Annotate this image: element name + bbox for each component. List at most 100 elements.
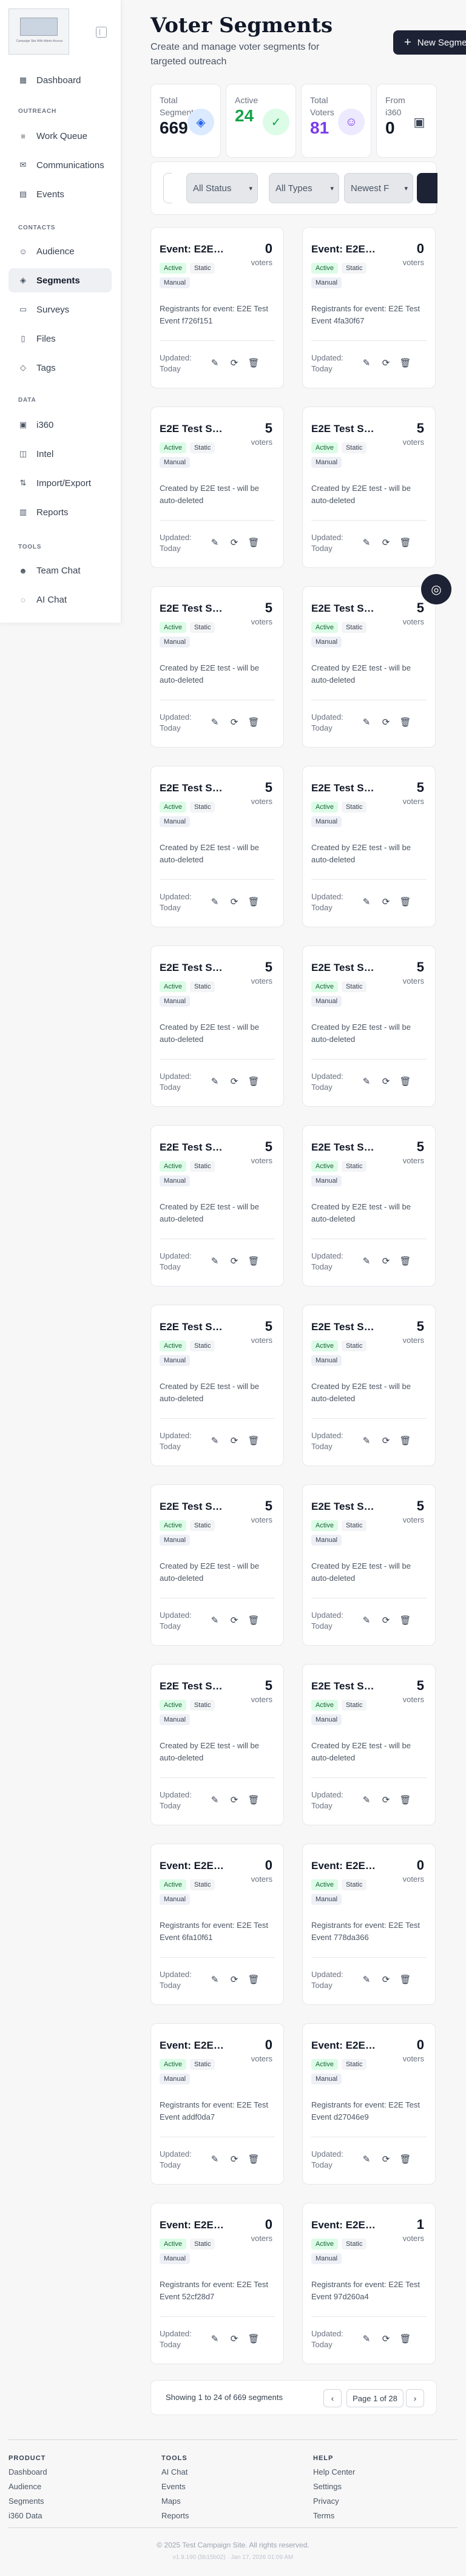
footer-link[interactable]: Terms bbox=[313, 2511, 334, 2520]
trash-icon[interactable]: 🗑 bbox=[399, 357, 411, 368]
sidebar-collapse-icon[interactable] bbox=[96, 27, 107, 38]
segment-card[interactable]: E2E Test Segment5votersActiveStaticManua… bbox=[302, 1305, 436, 1466]
segment-name[interactable]: E2E Test Segment bbox=[160, 962, 226, 974]
segment-card[interactable]: E2E Test Segment5votersActiveStaticManua… bbox=[302, 586, 436, 748]
edit-icon[interactable]: ✎ bbox=[361, 2333, 372, 2344]
segment-name[interactable]: E2E Test Segment bbox=[160, 1680, 226, 1692]
segment-name[interactable]: E2E Test Segment bbox=[311, 1501, 378, 1513]
refresh-icon[interactable]: ⟳ bbox=[229, 537, 240, 548]
edit-icon[interactable]: ✎ bbox=[209, 1435, 220, 1446]
sidebar-item-work-queue[interactable]: ≡ Work Queue bbox=[8, 124, 112, 148]
segment-name[interactable]: Event: E2E Test Event 4fa30f67 bbox=[311, 243, 378, 255]
segment-card[interactable]: Event: E2E Test Event 4fa30f67 0 voters Act… bbox=[302, 227, 436, 388]
edit-icon[interactable]: ✎ bbox=[209, 2154, 220, 2165]
new-segment-button[interactable]: + New Segment bbox=[393, 30, 466, 55]
segment-name[interactable]: Event: E2E Test Event d27046e9 bbox=[311, 2040, 378, 2052]
sidebar-item-files[interactable]: ▯ Files bbox=[8, 326, 112, 351]
edit-icon[interactable]: ✎ bbox=[361, 896, 372, 907]
trash-icon[interactable]: 🗑 bbox=[248, 896, 259, 907]
segment-card[interactable]: E2E Test Segment5votersActiveStaticManua… bbox=[150, 407, 284, 568]
edit-icon[interactable]: ✎ bbox=[361, 2154, 372, 2165]
footer-link[interactable]: Settings bbox=[313, 2482, 342, 2491]
segment-name[interactable]: E2E Test Segment bbox=[311, 1321, 378, 1333]
segment-name[interactable]: Event: E2E Test Event 6fa10f61 bbox=[160, 1860, 226, 1872]
segment-name[interactable]: Event: E2E Test Event f726f151 bbox=[160, 243, 226, 255]
edit-icon[interactable]: ✎ bbox=[209, 537, 220, 548]
refresh-icon[interactable]: ⟳ bbox=[380, 896, 391, 907]
edit-icon[interactable]: ✎ bbox=[209, 2333, 220, 2344]
footer-link[interactable]: Dashboard bbox=[8, 2467, 47, 2476]
trash-icon[interactable]: 🗑 bbox=[248, 1256, 259, 1266]
footer-link[interactable]: AI Chat bbox=[161, 2467, 187, 2476]
next-page-button[interactable]: › bbox=[406, 2389, 424, 2407]
segment-name[interactable]: E2E Test Segment bbox=[160, 1501, 226, 1513]
segment-name[interactable]: Event: E2E Test Event 97d260a4 bbox=[311, 2219, 378, 2231]
segment-name[interactable]: E2E Test Segment bbox=[160, 782, 226, 794]
refresh-icon[interactable]: ⟳ bbox=[229, 1435, 240, 1446]
edit-icon[interactable]: ✎ bbox=[209, 1615, 220, 1626]
refresh-icon[interactable]: ⟳ bbox=[229, 2333, 240, 2344]
refresh-icon[interactable]: ⟳ bbox=[229, 717, 240, 728]
edit-icon[interactable]: ✎ bbox=[209, 357, 220, 368]
edit-icon[interactable]: ✎ bbox=[361, 1794, 372, 1805]
refresh-icon[interactable]: ⟳ bbox=[229, 1974, 240, 1985]
segment-card[interactable]: Event: E2E Test Event 97d260a4 1 voters Act… bbox=[302, 2203, 436, 2364]
refresh-icon[interactable]: ⟳ bbox=[380, 717, 391, 728]
trash-icon[interactable]: 🗑 bbox=[399, 717, 411, 728]
trash-icon[interactable]: 🗑 bbox=[248, 357, 259, 368]
segment-card[interactable]: E2E Test Segment5votersActiveStaticManua… bbox=[302, 766, 436, 927]
refresh-icon[interactable]: ⟳ bbox=[380, 357, 391, 368]
footer-link[interactable]: Segments bbox=[8, 2497, 44, 2506]
trash-icon[interactable]: 🗑 bbox=[399, 1615, 411, 1626]
trash-icon[interactable]: 🗑 bbox=[248, 1615, 259, 1626]
type-filter-select[interactable]: All Types ▾ bbox=[269, 173, 339, 203]
refresh-icon[interactable]: ⟳ bbox=[380, 1256, 391, 1266]
footer-link[interactable]: Help Center bbox=[313, 2467, 355, 2476]
edit-icon[interactable]: ✎ bbox=[361, 357, 372, 368]
segment-card[interactable]: E2E Test Segment5votersActiveStaticManua… bbox=[302, 1484, 436, 1646]
sidebar-item-reports[interactable]: ▥ Reports bbox=[8, 500, 112, 524]
edit-icon[interactable]: ✎ bbox=[209, 1076, 220, 1087]
trash-icon[interactable]: 🗑 bbox=[248, 2154, 259, 2165]
sidebar-item-intel[interactable]: ◫ Intel bbox=[8, 442, 112, 466]
refresh-icon[interactable]: ⟳ bbox=[229, 357, 240, 368]
edit-icon[interactable]: ✎ bbox=[361, 537, 372, 548]
trash-icon[interactable]: 🗑 bbox=[248, 717, 259, 728]
edit-icon[interactable]: ✎ bbox=[209, 1256, 220, 1266]
status-filter-select[interactable]: All Status ▾ bbox=[186, 173, 258, 203]
trash-icon[interactable]: 🗑 bbox=[399, 1974, 411, 1985]
sidebar-item-communications[interactable]: ✉ Communications bbox=[8, 153, 112, 177]
segment-name[interactable]: E2E Test Segment bbox=[311, 603, 378, 615]
segment-card[interactable]: E2E Test Segment5votersActiveStaticManua… bbox=[302, 1664, 436, 1825]
segment-name[interactable]: E2E Test Segment bbox=[160, 603, 226, 615]
trash-icon[interactable]: 🗑 bbox=[248, 537, 259, 548]
footer-link[interactable]: Privacy bbox=[313, 2497, 339, 2506]
trash-icon[interactable]: 🗑 bbox=[399, 1076, 411, 1087]
segment-name[interactable]: E2E Test Segment bbox=[311, 1141, 378, 1154]
edit-icon[interactable]: ✎ bbox=[209, 1974, 220, 1985]
edit-icon[interactable]: ✎ bbox=[361, 717, 372, 728]
edit-icon[interactable]: ✎ bbox=[209, 896, 220, 907]
segment-card[interactable]: Event: E2E Test Event 778da366 0 voters Act… bbox=[302, 1844, 436, 2005]
segment-card[interactable]: Event: E2E Test Event addf0da7 0 voters Act… bbox=[150, 2023, 284, 2185]
segment-card[interactable]: E2E Test Segment5votersActiveStaticManua… bbox=[150, 1125, 284, 1286]
refresh-icon[interactable]: ⟳ bbox=[380, 1435, 391, 1446]
segment-card[interactable]: Event: E2E Test Event d27046e9 0 voters Act… bbox=[302, 2023, 436, 2185]
refresh-icon[interactable]: ⟳ bbox=[380, 537, 391, 548]
trash-icon[interactable]: 🗑 bbox=[248, 1076, 259, 1087]
footer-link[interactable]: Reports bbox=[161, 2511, 189, 2520]
sidebar-item-tags[interactable]: ◇ Tags bbox=[8, 356, 112, 380]
refresh-icon[interactable]: ⟳ bbox=[380, 2154, 391, 2165]
segment-card[interactable]: E2E Test Segment5votersActiveStaticManua… bbox=[150, 586, 284, 748]
segment-name[interactable]: E2E Test Segment bbox=[311, 423, 378, 435]
segment-name[interactable]: E2E Test Segment bbox=[160, 423, 226, 435]
segment-name[interactable]: E2E Test Segment bbox=[311, 962, 378, 974]
footer-link[interactable]: Audience bbox=[8, 2482, 41, 2491]
edit-icon[interactable]: ✎ bbox=[209, 1794, 220, 1805]
sidebar-item-team-chat[interactable]: ☻ Team Chat bbox=[8, 558, 112, 583]
trash-icon[interactable]: 🗑 bbox=[248, 2333, 259, 2344]
segment-card[interactable]: E2E Test Segment5votersActiveStaticManua… bbox=[302, 945, 436, 1107]
sidebar-item-import-export[interactable]: ⇅ Import/Export bbox=[8, 471, 112, 495]
sidebar-item-surveys[interactable]: ▭ Surveys bbox=[8, 297, 112, 322]
refresh-icon[interactable]: ⟳ bbox=[380, 1794, 391, 1805]
